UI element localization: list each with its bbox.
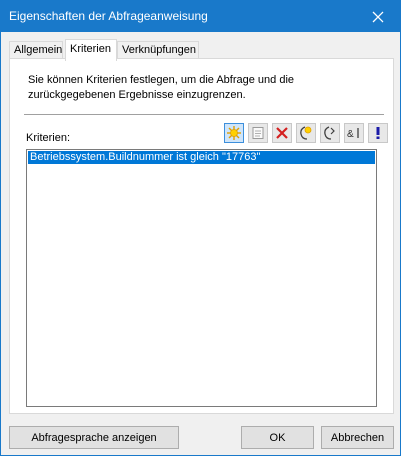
not-icon	[376, 127, 380, 139]
new-criterion-button[interactable]	[224, 123, 244, 143]
svg-text:&: &	[347, 129, 354, 140]
window-title: Eigenschaften der Abfrageanweisung	[9, 9, 208, 23]
tab-allgemein[interactable]: Allgemein	[9, 41, 63, 59]
delete-button[interactable]	[272, 123, 292, 143]
ungroup-button[interactable]	[320, 123, 340, 143]
group-icon	[300, 126, 312, 140]
cancel-button[interactable]: Abbrechen	[321, 426, 394, 449]
new-criterion-icon	[227, 126, 241, 140]
criteria-list[interactable]: Betriebssystem.Buildnummer ist gleich "1…	[26, 149, 377, 407]
delete-icon	[276, 127, 288, 139]
group-button[interactable]	[296, 123, 316, 143]
properties-button[interactable]	[248, 123, 268, 143]
description-text: Sie können Kriterien festlegen, um die A…	[28, 74, 295, 101]
separator	[24, 114, 384, 116]
ungroup-icon	[324, 126, 335, 140]
and-or-icon: &	[347, 128, 359, 140]
and-or-button[interactable]: &	[344, 123, 364, 143]
title-bar: Eigenschaften der Abfrageanweisung	[1, 1, 400, 32]
show-query-language-button[interactable]: Abfragesprache anzeigen	[9, 426, 179, 449]
close-icon	[372, 11, 383, 22]
tab-panel-kriterien: Sie können Kriterien festlegen, um die A…	[9, 58, 394, 414]
criteria-label: Kriterien:	[26, 132, 71, 144]
properties-icon	[252, 127, 264, 139]
not-button[interactable]	[368, 123, 388, 143]
tab-kriterien[interactable]: Kriterien	[65, 39, 117, 61]
ok-button[interactable]: OK	[241, 426, 314, 449]
dialog-window: Eigenschaften der Abfrageanweisung Allge…	[0, 0, 401, 456]
close-button[interactable]	[355, 1, 400, 32]
list-item[interactable]: Betriebssystem.Buildnummer ist gleich "1…	[28, 151, 375, 164]
tab-verknuepfungen[interactable]: Verknüpfungen	[117, 41, 199, 59]
